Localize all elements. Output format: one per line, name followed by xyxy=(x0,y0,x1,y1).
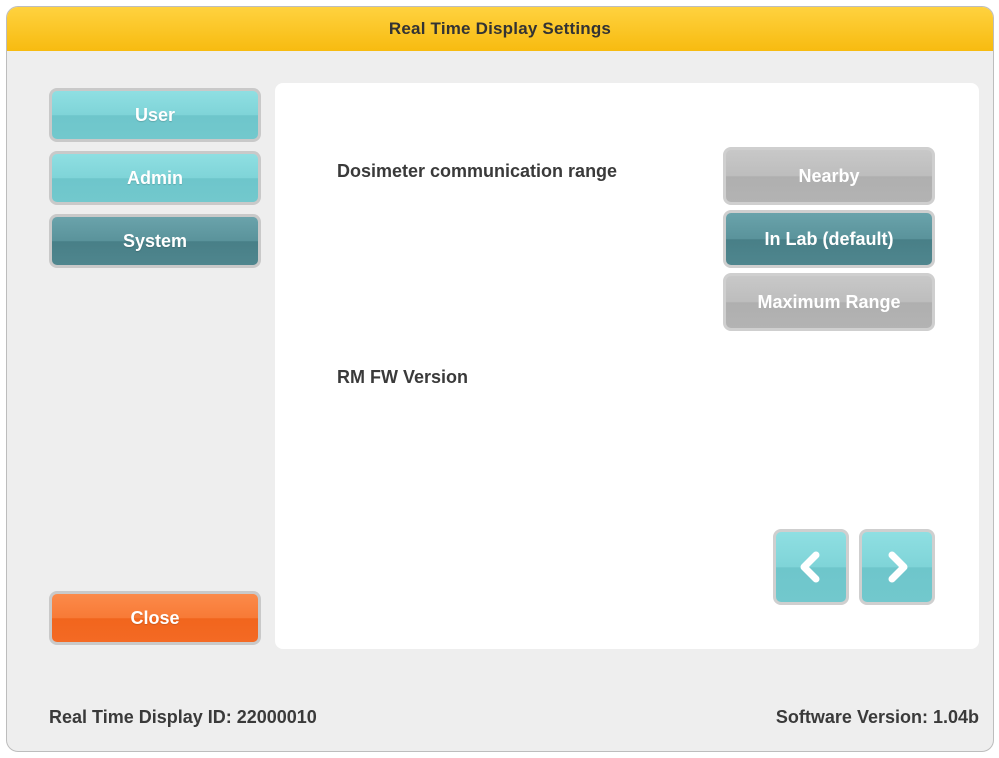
title-bar: Real Time Display Settings xyxy=(7,7,993,51)
chevron-left-icon xyxy=(800,551,820,583)
sidebar-item-admin[interactable]: Admin xyxy=(49,151,261,205)
system-settings-panel: Dosimeter communication range Nearby In … xyxy=(275,83,979,649)
settings-window: Real Time Display Settings User Admin Sy… xyxy=(6,6,994,752)
display-id: Real Time Display ID: 22000010 xyxy=(49,707,317,727)
window-title: Real Time Display Settings xyxy=(388,19,612,38)
sidebar-item-label: System xyxy=(122,231,188,251)
software-version: Software Version: 1.04b xyxy=(775,707,979,727)
fw-version-label: RM FW Version xyxy=(337,367,469,387)
previous-page-button[interactable] xyxy=(773,529,849,605)
sidebar-item-label: User xyxy=(134,105,176,125)
range-option-label: Nearby xyxy=(798,166,860,186)
sidebar-item-system[interactable]: System xyxy=(49,214,261,268)
next-page-button[interactable] xyxy=(859,529,935,605)
range-option-label: Maximum Range xyxy=(757,292,901,312)
range-option-maximum[interactable]: Maximum Range xyxy=(723,273,935,331)
sidebar-item-user[interactable]: User xyxy=(49,88,261,142)
close-button[interactable]: Close xyxy=(49,591,261,645)
range-option-nearby[interactable]: Nearby xyxy=(723,147,935,205)
comm-range-label: Dosimeter communication range xyxy=(337,161,618,181)
sidebar-item-label: Admin xyxy=(127,168,183,188)
chevron-right-icon xyxy=(888,551,908,583)
close-button-label: Close xyxy=(130,608,180,628)
range-option-label: In Lab (default) xyxy=(764,229,894,249)
range-option-in-lab[interactable]: In Lab (default) xyxy=(723,210,935,268)
